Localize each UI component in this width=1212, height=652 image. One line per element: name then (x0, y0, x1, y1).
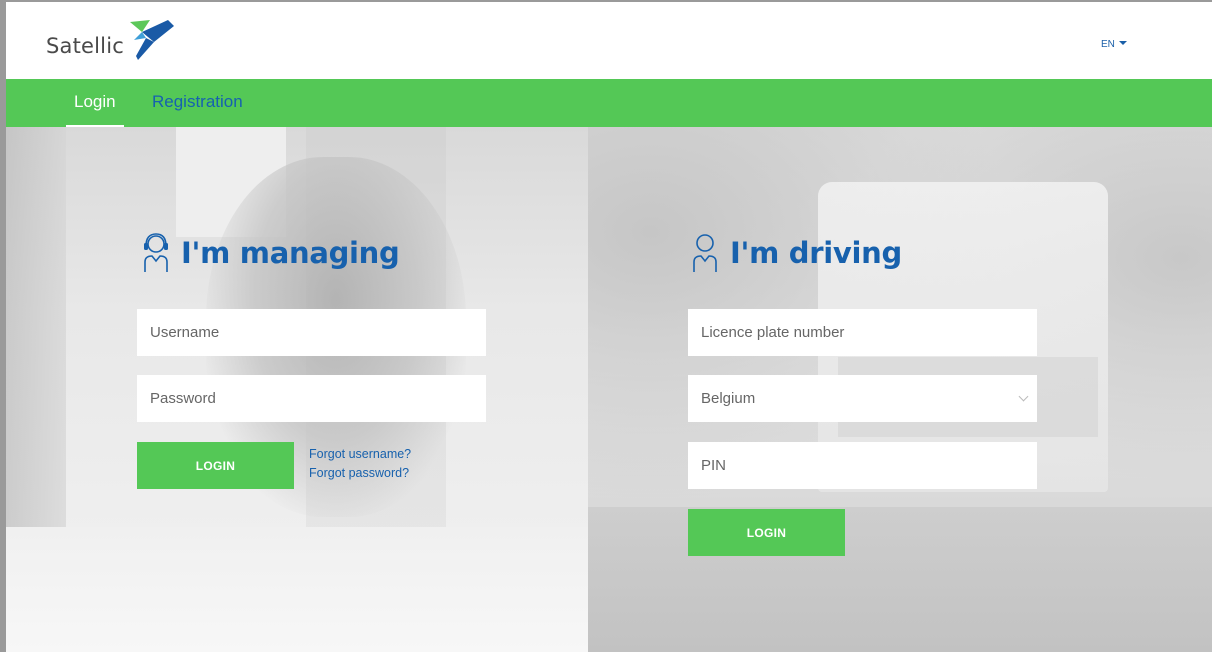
chevron-down-icon (1018, 391, 1029, 402)
country-select[interactable]: Belgium (688, 375, 1037, 422)
language-selector[interactable]: EN (1101, 39, 1127, 50)
forgot-password-link[interactable]: Forgot password? (309, 466, 409, 480)
background-road (588, 507, 1212, 652)
driving-login-button[interactable]: LOGIN (688, 509, 845, 556)
tab-registration[interactable]: Registration (152, 92, 243, 112)
main-nav: Login Registration (6, 79, 1212, 127)
forgot-username-link[interactable]: Forgot username? (309, 447, 411, 461)
logo-text: Satellic (46, 34, 125, 58)
username-input[interactable]: Username (137, 309, 486, 356)
tab-login[interactable]: Login (66, 92, 124, 127)
header: Satellic EN (6, 2, 1212, 79)
background-desk (6, 527, 588, 652)
password-input[interactable]: Password (137, 375, 486, 422)
driving-panel: I'm driving Licence plate number Belgium… (588, 127, 1212, 652)
licence-plate-input[interactable]: Licence plate number (688, 309, 1037, 356)
driving-heading: I'm driving (692, 232, 902, 274)
user-icon (693, 234, 717, 272)
managing-title: I'm managing (181, 236, 400, 270)
satellic-logo[interactable]: Satellic (46, 10, 186, 70)
caret-down-icon (1118, 41, 1127, 45)
logo-mark-icon (130, 20, 174, 60)
managing-heading: I'm managing (143, 232, 400, 274)
managing-login-button[interactable]: LOGIN (137, 442, 294, 489)
country-select-value: Belgium (701, 390, 756, 407)
language-label: EN (1101, 39, 1115, 50)
managing-panel: I'm managing Username Password LOGIN For… (6, 127, 588, 652)
headset-user-icon (144, 233, 168, 272)
driving-title: I'm driving (730, 236, 902, 270)
pin-input[interactable]: PIN (688, 442, 1037, 489)
